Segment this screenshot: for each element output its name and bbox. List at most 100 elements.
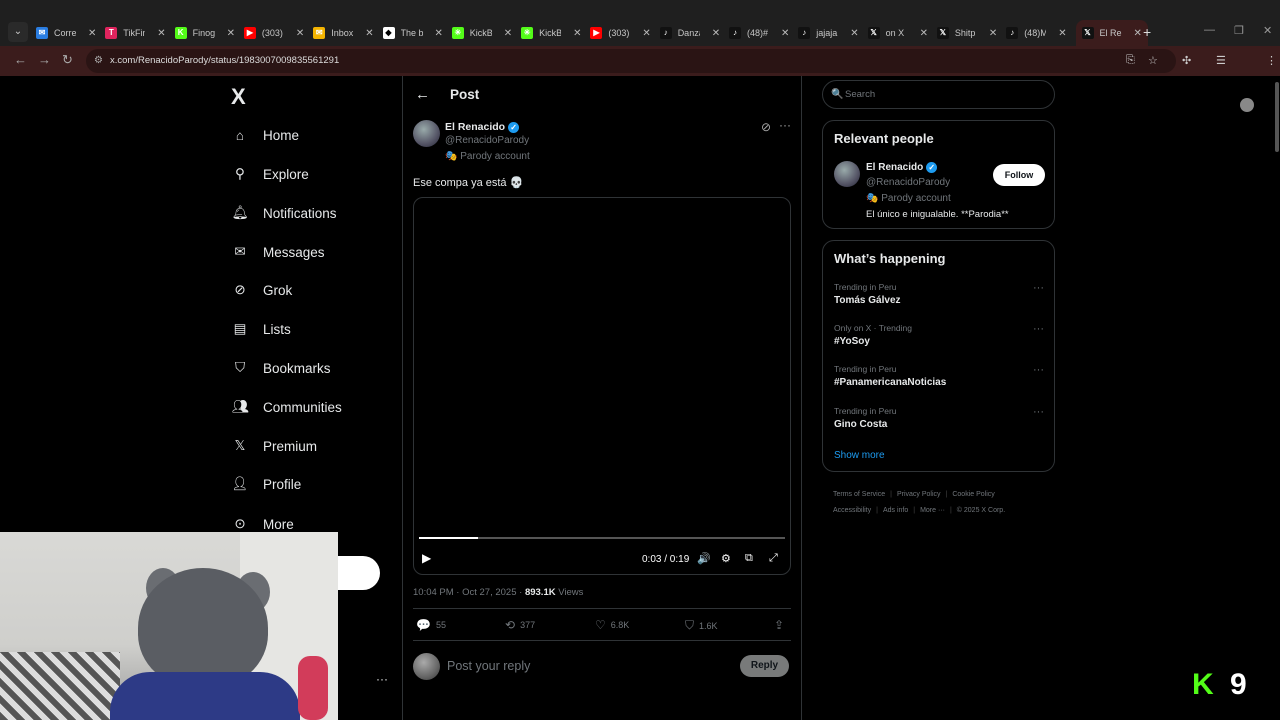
nav-item-lists[interactable]: ▤ Lists <box>232 318 291 340</box>
browser-tab[interactable]: ♪ Danza ✕ <box>659 22 720 44</box>
person-name-row[interactable]: El Renacido ✓ <box>866 162 938 173</box>
nav-item-explore[interactable]: ⚲ Explore <box>232 163 309 185</box>
tab-close-icon[interactable]: ✕ <box>88 28 96 39</box>
browser-tab[interactable]: ♪ (48)# ✕ <box>729 22 789 44</box>
footer-link[interactable]: More ··· <box>920 507 945 514</box>
tab-close-icon[interactable]: ✕ <box>435 28 443 39</box>
trend-item[interactable]: Trending in Peru #PanamericanaNoticias ··· <box>834 364 1044 388</box>
browser-tab[interactable]: K Finog ✕ <box>174 22 235 44</box>
footer-link[interactable]: Ads info <box>883 507 908 514</box>
site-settings-icon[interactable]: ⚙ <box>94 49 103 73</box>
footer-link[interactable]: Terms of Service <box>833 491 885 498</box>
tab-close-icon[interactable]: ✕ <box>157 28 165 39</box>
search-input[interactable]: 🔍 Search <box>822 80 1055 109</box>
back-nav-icon[interactable]: ← <box>14 52 27 67</box>
browser-tab[interactable]: T TikFin ✕ <box>105 22 166 44</box>
reload-icon[interactable]: ↻ <box>62 52 73 68</box>
trend-more-icon[interactable]: ··· <box>1033 364 1044 376</box>
tab-close-icon[interactable]: ✕ <box>712 28 720 39</box>
menu-icon[interactable]: ⋮ <box>1266 54 1277 67</box>
nav-item-grok[interactable]: ⊘ Grok <box>232 279 292 301</box>
share-stat[interactable]: ⇪ <box>774 618 789 632</box>
trend-item[interactable]: Trending in Peru Tomás Gálvez ··· <box>834 282 1044 306</box>
settings-gear-icon[interactable]: ⚙ <box>721 552 731 565</box>
browser-tab[interactable]: ✳ KickB ✕ <box>451 22 512 44</box>
nav-item-bookmarks[interactable]: ⛉ Bookmarks <box>232 357 331 379</box>
volume-icon[interactable]: 🔊 <box>697 552 711 565</box>
show-more-link[interactable]: Show more <box>834 450 885 461</box>
tab-search-dropdown[interactable]: ⌄ <box>8 22 28 42</box>
reply-button[interactable]: Reply <box>740 655 789 677</box>
person-handle[interactable]: @RenacidoParody <box>866 177 950 188</box>
footer-link[interactable]: Privacy Policy <box>897 491 941 498</box>
footer-link[interactable]: Cookie Policy <box>952 491 994 498</box>
x-logo[interactable]: X <box>231 84 246 110</box>
install-app-icon[interactable]: ⎘ <box>1126 54 1135 67</box>
browser-tab[interactable]: ▶ (303) ✕ <box>243 22 304 44</box>
close-window-icon[interactable]: ✕ <box>1263 24 1272 37</box>
tab-close-icon[interactable]: ✕ <box>296 28 304 39</box>
tab-close-icon[interactable]: ✕ <box>573 28 581 39</box>
browser-tab[interactable]: ♪ (48)M ✕ <box>1006 22 1067 44</box>
tab-close-icon[interactable]: ✕ <box>850 28 858 39</box>
browser-tab[interactable]: ♪ jajaja ✕ <box>798 22 859 44</box>
fullscreen-icon[interactable]: ⤢ <box>769 552 778 565</box>
tab-close-icon[interactable]: ✕ <box>642 28 650 39</box>
star-icon[interactable]: ☆ <box>1148 54 1158 67</box>
back-arrow-icon[interactable]: ← <box>415 86 430 103</box>
post-button[interactable] <box>338 556 380 590</box>
trend-more-icon[interactable]: ··· <box>1033 406 1044 418</box>
nav-item-premium[interactable]: 𝕏 Premium <box>232 435 317 457</box>
minimize-icon[interactable]: — <box>1204 24 1215 36</box>
nav-item-profile[interactable]: 👤︎ Profile <box>231 473 301 495</box>
post-more-icon[interactable]: ··· <box>779 118 791 132</box>
tab-close-icon[interactable]: ✕ <box>504 28 512 39</box>
grok-explain-icon[interactable]: ⊘ <box>761 120 771 134</box>
trend-more-icon[interactable]: ··· <box>1033 282 1044 294</box>
tab-close-icon[interactable]: ✕ <box>1134 28 1142 39</box>
browser-tab[interactable]: ▶ (303) ✕ <box>590 22 651 44</box>
extensions-icon[interactable]: ✣ <box>1182 54 1191 67</box>
trend-item[interactable]: Only on X · Trending #YoSoy ··· <box>834 323 1044 347</box>
media-icon[interactable]: ☰ <box>1216 54 1226 67</box>
video-player[interactable] <box>413 197 791 575</box>
tab-close-icon[interactable]: ✕ <box>227 28 235 39</box>
repost-stat[interactable]: ⟲ 377 <box>505 618 535 632</box>
nav-item-communities[interactable]: 👥︎ Communities <box>231 396 341 418</box>
nav-item-messages[interactable]: ✉ Messages <box>232 241 324 263</box>
author-avatar[interactable] <box>413 120 440 147</box>
new-tab-button[interactable]: + <box>1143 24 1151 40</box>
trend-more-icon[interactable]: ··· <box>1033 323 1044 335</box>
reply-input[interactable]: Post your reply <box>447 659 530 673</box>
post-timestamp[interactable]: 10:04 PM · Oct 27, 2025 · <box>413 587 525 598</box>
url-field[interactable]: ⚙ x.com/RenacidoParody/status/1983007009… <box>86 49 1176 73</box>
author-handle[interactable]: @RenacidoParody <box>445 135 529 146</box>
bookmark-stat[interactable]: ⛉ 1.6K <box>685 618 718 633</box>
tab-close-icon[interactable]: ✕ <box>781 28 789 39</box>
trend-item[interactable]: Trending in Peru Gino Costa ··· <box>834 406 1044 430</box>
footer-link[interactable]: Accessibility <box>833 507 871 514</box>
browser-tab[interactable]: ✳ KickB ✕ <box>521 22 581 44</box>
browser-tab[interactable]: 𝕏 El Ren ✕ <box>1075 20 1148 46</box>
browser-tab[interactable]: ◆ The b ✕ <box>382 22 443 44</box>
profile-avatar-icon[interactable] <box>1240 98 1254 112</box>
account-more-icon[interactable]: ··· <box>376 672 388 686</box>
play-icon[interactable]: ▶ <box>422 551 431 565</box>
video-progress-bar[interactable] <box>419 537 785 539</box>
forward-nav-icon[interactable]: → <box>38 52 51 67</box>
person-avatar[interactable] <box>834 161 860 187</box>
browser-tab[interactable]: ✉ Corre ✕ <box>36 22 96 44</box>
reply-stat[interactable]: 💬 55 <box>416 618 446 632</box>
follow-button[interactable]: Follow <box>993 164 1045 186</box>
nav-item-notifications[interactable]: 🔔︎ Notifications <box>231 202 336 224</box>
footer-link[interactable]: © 2025 X Corp. <box>957 507 1005 514</box>
tab-close-icon[interactable]: ✕ <box>920 28 928 39</box>
browser-tab[interactable]: 𝕏 Shitp ✕ <box>936 22 997 44</box>
nav-item-home[interactable]: ⌂ Home <box>232 124 299 146</box>
author-name-row[interactable]: El Renacido ✓ <box>445 121 520 133</box>
restore-icon[interactable]: ❐ <box>1234 24 1244 37</box>
browser-tab[interactable]: 𝕏on X ✕ <box>867 22 928 44</box>
tab-close-icon[interactable]: ✕ <box>1058 28 1066 39</box>
pip-icon[interactable]: ⧉ <box>745 552 753 565</box>
browser-tab[interactable]: ✉ Inbox ✕ <box>313 22 374 44</box>
